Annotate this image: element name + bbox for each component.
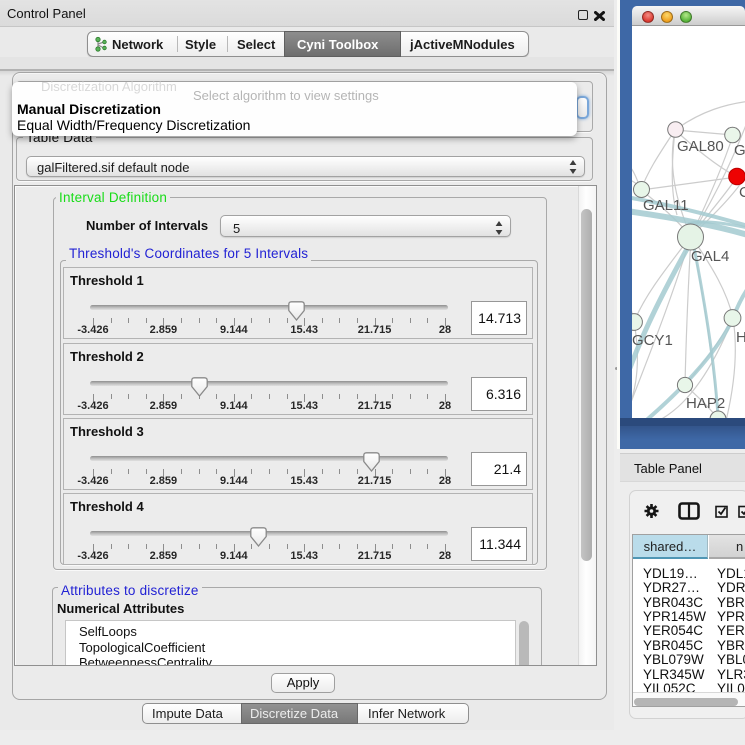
svg-text:GAL11: GAL11 bbox=[643, 197, 689, 214]
svg-text:GCY1: GCY1 bbox=[632, 332, 673, 349]
svg-text:G.: G. bbox=[734, 142, 745, 159]
svg-text:C: C bbox=[739, 184, 745, 201]
svg-text:GAL80: GAL80 bbox=[677, 138, 724, 155]
svg-text:GAL4: GAL4 bbox=[691, 248, 729, 265]
svg-text:H: H bbox=[736, 329, 745, 346]
svg-text:HAP2: HAP2 bbox=[686, 395, 725, 412]
